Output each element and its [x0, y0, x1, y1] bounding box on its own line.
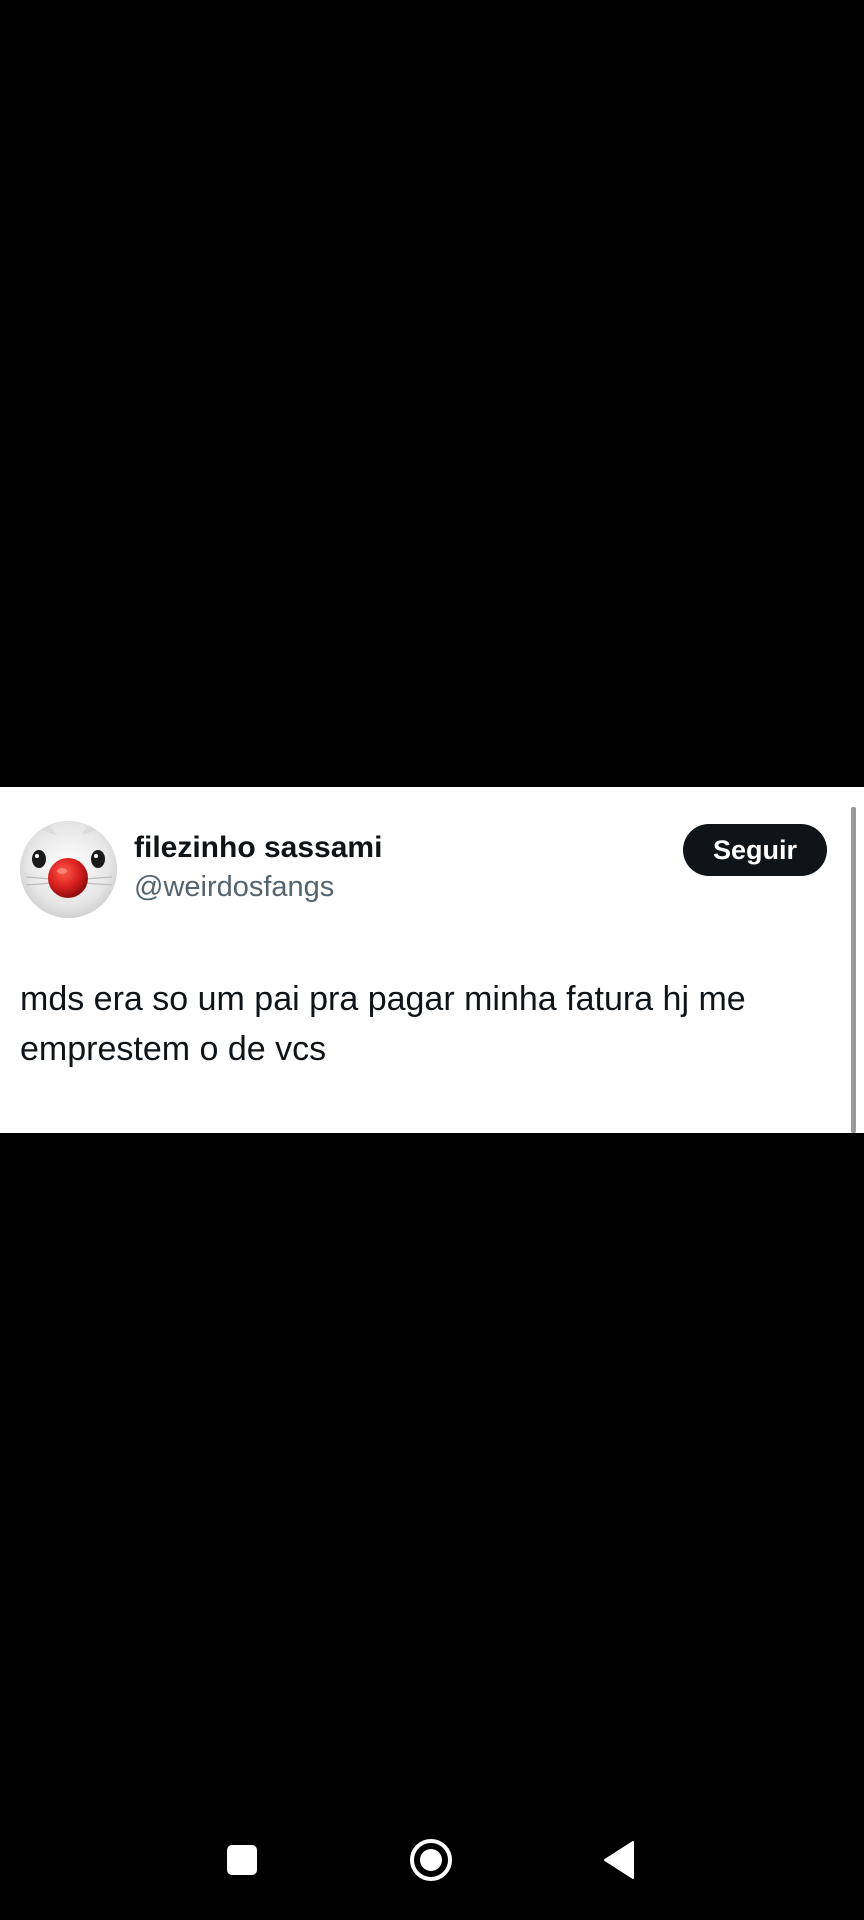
triangle-back-icon	[604, 1841, 634, 1879]
follow-button[interactable]: Seguir	[683, 824, 827, 876]
tweet-text: mds era so um pai pra pagar minha fatura…	[20, 980, 746, 1068]
android-navigation-bar	[0, 1820, 864, 1920]
avatar[interactable]	[20, 821, 117, 918]
screen: filezinho sassami @weirdosfangs Seguir m…	[0, 0, 864, 1920]
clown-bunny-avatar-icon	[20, 821, 117, 918]
circle-home-icon	[410, 1839, 452, 1881]
back-button[interactable]	[579, 1820, 659, 1900]
user-handle[interactable]: @weirdosfangs	[134, 871, 334, 904]
scrollbar[interactable]	[851, 807, 856, 1133]
home-button[interactable]	[391, 1820, 471, 1900]
tweet-card: filezinho sassami @weirdosfangs Seguir m…	[0, 787, 864, 1133]
square-icon	[227, 1845, 257, 1875]
display-name[interactable]: filezinho sassami	[134, 831, 382, 865]
recents-button[interactable]	[202, 1820, 282, 1900]
